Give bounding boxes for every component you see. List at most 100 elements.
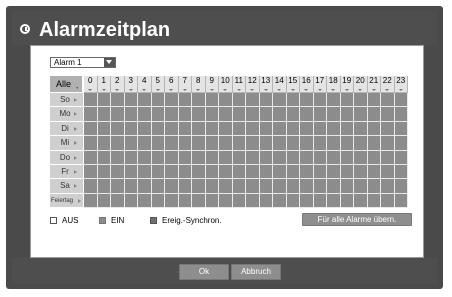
schedule-cell[interactable] (394, 136, 408, 151)
schedule-cell[interactable] (138, 93, 152, 108)
schedule-cell[interactable] (192, 150, 206, 165)
schedule-cell[interactable] (300, 150, 314, 165)
schedule-cell[interactable] (246, 150, 260, 165)
schedule-cell[interactable] (165, 150, 179, 165)
schedule-cell[interactable] (138, 193, 152, 209)
schedule-cell[interactable] (151, 193, 165, 209)
hour-header-14[interactable]: 14 (273, 76, 287, 93)
schedule-cell[interactable] (151, 179, 165, 194)
schedule-cell[interactable] (192, 93, 206, 108)
schedule-cell[interactable] (165, 179, 179, 194)
schedule-cell[interactable] (192, 136, 206, 151)
schedule-cell[interactable] (219, 193, 233, 209)
schedule-cell[interactable] (340, 179, 354, 194)
schedule-cell[interactable] (394, 150, 408, 165)
schedule-cell[interactable] (138, 107, 152, 122)
schedule-cell[interactable] (205, 193, 219, 209)
schedule-cell[interactable] (111, 179, 125, 194)
schedule-cell[interactable] (138, 136, 152, 151)
schedule-cell[interactable] (327, 193, 341, 209)
chevron-down-icon[interactable] (104, 58, 115, 67)
schedule-cell[interactable] (111, 93, 125, 108)
hour-header-13[interactable]: 13 (259, 76, 273, 93)
schedule-cell[interactable] (205, 150, 219, 165)
schedule-cell[interactable] (97, 107, 111, 122)
day-row-header-di[interactable]: Di (50, 121, 84, 137)
schedule-cell[interactable] (246, 165, 260, 180)
schedule-cell[interactable] (354, 179, 368, 194)
day-row-header-do[interactable]: Do (50, 150, 84, 165)
schedule-cell[interactable] (273, 150, 287, 165)
schedule-cell[interactable] (381, 93, 395, 108)
schedule-cell[interactable] (340, 136, 354, 151)
schedule-cell[interactable] (97, 193, 111, 209)
schedule-cell[interactable] (84, 193, 98, 209)
schedule-cell[interactable] (219, 150, 233, 165)
schedule-cell[interactable] (381, 165, 395, 180)
schedule-cell[interactable] (286, 136, 300, 151)
schedule-cell[interactable] (205, 136, 219, 151)
schedule-cell[interactable] (300, 136, 314, 151)
hour-header-15[interactable]: 15 (286, 76, 300, 93)
schedule-cell[interactable] (84, 136, 98, 151)
schedule-cell[interactable] (313, 165, 327, 180)
schedule-cell[interactable] (205, 93, 219, 108)
schedule-cell[interactable] (327, 179, 341, 194)
schedule-cell[interactable] (151, 93, 165, 108)
schedule-cell[interactable] (111, 150, 125, 165)
schedule-cell[interactable] (354, 136, 368, 151)
schedule-cell[interactable] (192, 107, 206, 122)
cancel-button[interactable]: Abbruch (231, 264, 281, 280)
hour-header-7[interactable]: 7 (178, 76, 192, 93)
schedule-cell[interactable] (381, 150, 395, 165)
schedule-cell[interactable] (286, 165, 300, 180)
schedule-cell[interactable] (192, 121, 206, 137)
schedule-cell[interactable] (97, 136, 111, 151)
schedule-cell[interactable] (84, 121, 98, 137)
schedule-cell[interactable] (340, 150, 354, 165)
hour-header-20[interactable]: 20 (354, 76, 368, 93)
schedule-cell[interactable] (259, 193, 273, 209)
schedule-cell[interactable] (246, 136, 260, 151)
schedule-cell[interactable] (124, 193, 138, 209)
schedule-cell[interactable] (394, 121, 408, 137)
day-row-header-feiertag[interactable]: Feiertag (50, 193, 84, 209)
schedule-cell[interactable] (124, 179, 138, 194)
schedule-cell[interactable] (205, 107, 219, 122)
schedule-cell[interactable] (111, 165, 125, 180)
hour-header-11[interactable]: 11 (232, 76, 246, 93)
schedule-cell[interactable] (340, 93, 354, 108)
schedule-cell[interactable] (327, 136, 341, 151)
schedule-cell[interactable] (367, 121, 381, 137)
hour-header-21[interactable]: 21 (367, 76, 381, 93)
schedule-cell[interactable] (205, 179, 219, 194)
schedule-cell[interactable] (178, 121, 192, 137)
hour-header-23[interactable]: 23 (394, 76, 408, 93)
schedule-cell[interactable] (246, 107, 260, 122)
schedule-cell[interactable] (259, 107, 273, 122)
day-row-header-mi[interactable]: Mi (50, 136, 84, 151)
hour-header-0[interactable]: 0 (84, 76, 98, 93)
schedule-cell[interactable] (367, 179, 381, 194)
schedule-cell[interactable] (232, 107, 246, 122)
schedule-cell[interactable] (381, 121, 395, 137)
schedule-cell[interactable] (124, 136, 138, 151)
schedule-cell[interactable] (97, 150, 111, 165)
schedule-cell[interactable] (300, 93, 314, 108)
schedule-cell[interactable] (219, 107, 233, 122)
schedule-cell[interactable] (178, 165, 192, 180)
schedule-cell[interactable] (259, 121, 273, 137)
schedule-cell[interactable] (219, 165, 233, 180)
ok-button[interactable]: Ok (179, 264, 229, 280)
schedule-cell[interactable] (97, 121, 111, 137)
schedule-cell[interactable] (111, 136, 125, 151)
day-row-header-so[interactable]: So (50, 93, 84, 108)
schedule-cell[interactable] (165, 193, 179, 209)
schedule-cell[interactable] (300, 165, 314, 180)
schedule-cell[interactable] (273, 107, 287, 122)
schedule-cell[interactable] (232, 136, 246, 151)
schedule-cell[interactable] (327, 165, 341, 180)
schedule-cell[interactable] (313, 136, 327, 151)
schedule-cell[interactable] (219, 93, 233, 108)
schedule-cell[interactable] (97, 93, 111, 108)
